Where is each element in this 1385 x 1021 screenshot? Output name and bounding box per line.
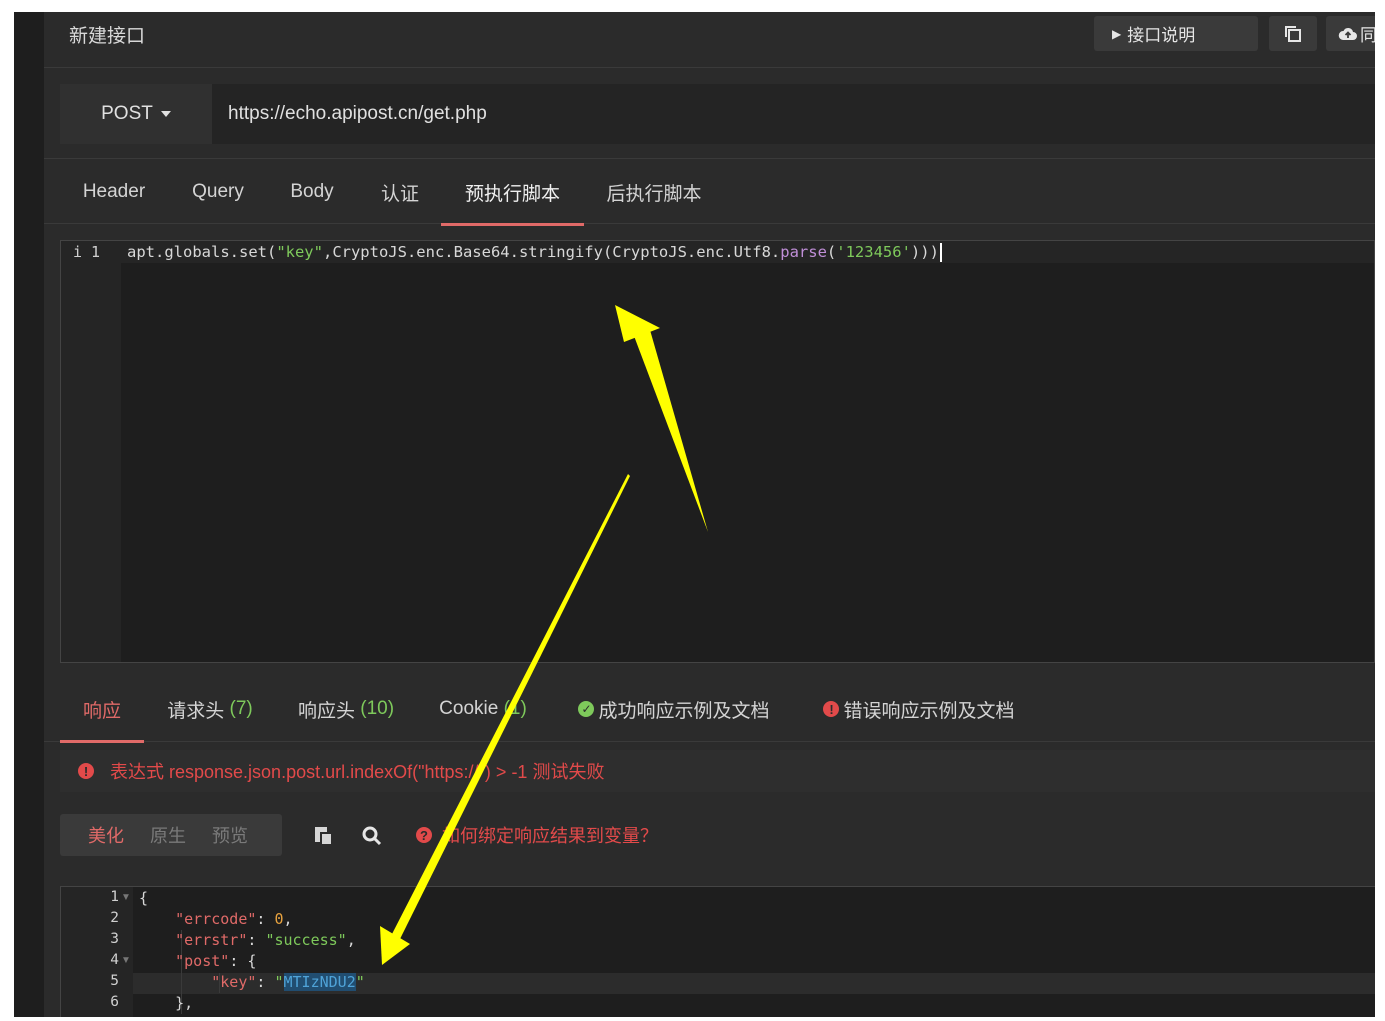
view-mode-pretty[interactable]: 美化 (88, 822, 124, 848)
json-string-quote: " (355, 973, 365, 991)
tab-count: (10) (360, 698, 395, 719)
line-number: i 1 (73, 243, 101, 261)
tab-request-headers[interactable]: 请求头 (7) (166, 676, 254, 742)
main-panel: 新建接口 ▶ 接口说明 同 POST https://echo.apipost.… (44, 12, 1375, 1017)
tab-body[interactable]: Body (282, 159, 342, 225)
bind-variable-help-text: 如何绑定响应结果到变量？ (442, 826, 658, 846)
json-string-quote: " (274, 973, 284, 991)
cloud-sync-button[interactable]: 同 (1326, 16, 1375, 51)
copy-icon (1285, 25, 1301, 42)
tab-query[interactable]: Query (184, 159, 252, 225)
bind-variable-help-link[interactable]: ? 如何绑定响应结果到变量？ (416, 822, 658, 848)
code-function: parse (780, 243, 827, 261)
text-cursor (939, 243, 942, 262)
fold-arrow-icon[interactable]: ▼ (121, 955, 131, 966)
tab-label: 请求头 (167, 700, 225, 722)
json-line: { (139, 889, 149, 907)
json-line: "errstr": "success", (175, 931, 356, 949)
json-line: "key": "MTIzNDU2" (211, 973, 365, 991)
pre-script-editor[interactable]: i 1 apt.globals.set("key",CryptoJS.enc.B… (60, 240, 1375, 663)
json-key: "errstr" (175, 931, 248, 949)
tab-post-script[interactable]: 后执行脚本 (599, 159, 709, 225)
code-segment: ))) (910, 243, 939, 261)
api-doc-button-label: 接口说明 (1127, 26, 1196, 45)
selected-json-value[interactable]: MTIzNDU2 (283, 973, 356, 991)
method-select[interactable]: POST (60, 84, 212, 144)
code-string: "key" (276, 243, 323, 261)
tab-response-label: 响应 (82, 700, 121, 722)
json-line: "post": { (175, 952, 257, 970)
active-tab-indicator (60, 740, 144, 743)
search-icon[interactable] (360, 824, 384, 848)
clipboard-icon[interactable] (312, 824, 336, 848)
line-number: 3 (110, 931, 119, 947)
script-code-line[interactable]: apt.globals.set("key",CryptoJS.enc.Base6… (127, 243, 942, 262)
tab-label: 响应头 (297, 700, 355, 722)
page-title: 新建接口 (69, 26, 146, 47)
tab-success-doc[interactable]: ✓ 成功响应示例及文档 (574, 676, 774, 742)
response-body-editor[interactable]: 1 ▼ 2 3 4 ▼ 5 6 { "errcode": 0, "errstr"… (60, 886, 1375, 1017)
tab-label: 成功响应示例及文档 (598, 700, 770, 722)
fold-arrow-icon[interactable]: ▼ (121, 892, 131, 903)
assertion-error-bar: ! 表达式 response.json.post.url.indexOf("ht… (60, 750, 1375, 792)
active-tab-indicator (441, 223, 584, 226)
method-label: POST (101, 103, 153, 124)
left-sidebar (14, 12, 44, 1017)
response-tabs: 响应 请求头 (7) 响应头 (10) Cookie (1) ✓ 成功响应示例及… (44, 676, 1375, 743)
request-tabs: Header Query Body 认证 预执行脚本 后执行脚本 (44, 158, 1375, 226)
tab-error-doc[interactable]: ! 错误响应示例及文档 (819, 676, 1019, 742)
line-number: 6 (110, 994, 119, 1010)
json-string: "success" (265, 931, 347, 949)
tab-header[interactable]: Header (74, 159, 154, 225)
request-url-bar: POST (60, 84, 1375, 144)
tab-pre-script[interactable]: 预执行脚本 (441, 159, 584, 226)
caret-down-icon (160, 111, 171, 117)
json-number: 0 (274, 910, 284, 928)
code-segment: apt.globals.set( (127, 243, 277, 261)
json-key: "errcode" (175, 910, 257, 928)
app-window: 新建接口 ▶ 接口说明 同 POST https://echo.apipost.… (14, 12, 1375, 1017)
view-mode-preview[interactable]: 预览 (212, 822, 248, 848)
copy-button[interactable] (1269, 16, 1317, 51)
code-segment: ( (826, 243, 837, 261)
error-circle-icon: ! (823, 701, 840, 717)
tab-auth[interactable]: 认证 (372, 159, 428, 225)
json-line: "errcode": 0, (175, 910, 293, 928)
view-mode-raw[interactable]: 原生 (150, 822, 186, 848)
question-circle-icon: ? (416, 827, 432, 843)
json-key: "post" (175, 952, 230, 970)
json-close: }, (175, 994, 194, 1012)
play-icon: ▶ (1112, 26, 1122, 41)
error-circle-icon: ! (78, 763, 94, 779)
line-number: 4 (110, 952, 119, 968)
top-header: 新建接口 ▶ 接口说明 同 (44, 12, 1375, 68)
line-number: 5 (110, 973, 119, 989)
tab-count: (7) (229, 698, 253, 719)
tab-count: (1) (503, 698, 527, 719)
url-input[interactable] (228, 84, 1375, 144)
line-number: 1 (110, 889, 119, 905)
tab-response-headers[interactable]: 响应头 (10) (297, 676, 395, 742)
json-key: "key" (211, 973, 257, 991)
tab-response[interactable]: 响应 (60, 676, 144, 743)
assertion-error-text: 表达式 response.json.post.url.indexOf("http… (110, 762, 605, 782)
tab-label: Cookie (439, 698, 499, 719)
tab-label: 错误响应示例及文档 (843, 700, 1015, 722)
view-mode-toggle: 美化 原生 预览 (60, 814, 282, 856)
check-circle-icon: ✓ (578, 701, 595, 717)
editor-gutter (61, 241, 121, 662)
cloud-sync-label: 同 (1360, 26, 1375, 45)
json-line: }, (139, 994, 193, 1012)
line-number: 2 (110, 910, 119, 926)
cloud-upload-icon (1338, 27, 1357, 40)
tab-cookie[interactable]: Cookie (1) (438, 676, 528, 742)
code-string: '123456' (836, 243, 911, 261)
api-doc-button[interactable]: ▶ 接口说明 (1094, 16, 1258, 51)
code-segment: ,CryptoJS.enc.Base64.stringify(CryptoJS.… (322, 243, 781, 261)
tab-pre-script-label: 预执行脚本 (464, 183, 560, 205)
